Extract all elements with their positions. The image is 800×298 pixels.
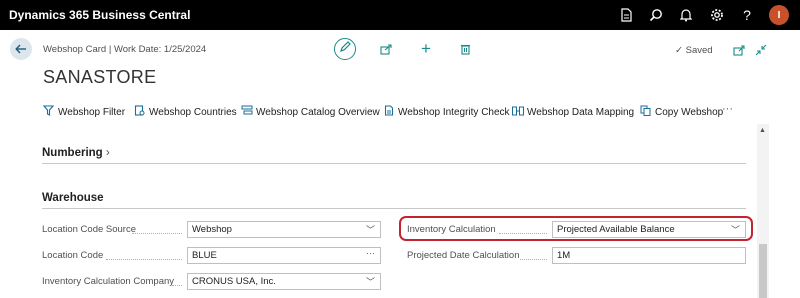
- open-new-window-icon[interactable]: [730, 41, 748, 59]
- action-label: Webshop Filter: [58, 106, 126, 118]
- gear-icon[interactable]: [708, 6, 726, 24]
- check-icon: ✓: [675, 45, 683, 56]
- field-value: Projected Available Balance: [557, 224, 675, 235]
- mapping-icon: [512, 106, 524, 119]
- action-label: Webshop Data Mapping: [527, 106, 635, 118]
- chevron-right-icon: ›: [105, 147, 110, 159]
- more-actions-icon[interactable]: ···: [722, 103, 733, 115]
- action-label: Webshop Countries: [149, 106, 237, 118]
- action-webshop-catalog-overview[interactable]: Webshop Catalog Overview: [241, 105, 380, 119]
- edit-button[interactable]: [334, 38, 356, 60]
- catalog-icon: [241, 105, 253, 119]
- section-divider: [42, 208, 746, 209]
- chevron-down-icon[interactable]: ﹀: [366, 275, 375, 288]
- breadcrumb: Webshop Card | Work Date: 1/25/2024: [43, 44, 207, 55]
- inventory-calculation-label: Inventory Calculation: [407, 224, 496, 235]
- field-leader: [520, 259, 547, 260]
- chevron-down-icon[interactable]: ﹀: [731, 223, 740, 236]
- trash-icon[interactable]: [456, 40, 474, 58]
- bell-icon[interactable]: [677, 6, 695, 24]
- location-code-source-field[interactable]: Webshop ﹀: [187, 221, 381, 238]
- inventory-calculation-field[interactable]: Projected Available Balance ﹀: [552, 221, 746, 238]
- plus-icon[interactable]: +: [417, 39, 435, 58]
- action-webshop-integrity-check[interactable]: Webshop Integrity Check: [383, 105, 510, 119]
- action-label: Webshop Integrity Check: [398, 106, 510, 118]
- card-content: [0, 124, 800, 298]
- filter-icon: [42, 105, 55, 119]
- action-webshop-countries[interactable]: Webshop Countries: [134, 105, 237, 119]
- chevron-down-icon[interactable]: ﹀: [366, 223, 375, 236]
- search-icon[interactable]: [647, 6, 665, 24]
- section-divider: [42, 163, 746, 164]
- section-heading-label: Numbering: [42, 147, 103, 159]
- field-value: CRONUS USA, Inc.: [192, 276, 276, 287]
- field-value: Webshop: [192, 224, 232, 235]
- location-code-source-label: Location Code Source: [42, 224, 137, 235]
- field-value: BLUE: [192, 250, 217, 261]
- inventory-calculation-company-field[interactable]: CRONUS USA, Inc. ﹀: [187, 273, 381, 290]
- section-warehouse[interactable]: Warehouse: [42, 192, 104, 204]
- saved-status: ✓ Saved: [675, 45, 713, 56]
- action-webshop-data-mapping[interactable]: Webshop Data Mapping: [512, 105, 634, 119]
- scroll-up-icon[interactable]: ▲: [759, 127, 766, 134]
- app-title: Dynamics 365 Business Central: [9, 8, 191, 22]
- back-button[interactable]: [10, 38, 32, 60]
- share-icon[interactable]: [377, 40, 395, 58]
- page-title: SANASTORE: [43, 67, 157, 87]
- location-code-label: Location Code: [42, 250, 104, 261]
- collapse-icon[interactable]: [752, 41, 770, 59]
- action-label: Copy Webshop: [655, 106, 724, 118]
- action-label: Webshop Catalog Overview: [256, 106, 380, 118]
- section-heading-label: Warehouse: [42, 192, 104, 204]
- location-code-field[interactable]: BLUE ···: [187, 247, 381, 264]
- inventory-calculation-company-label: Inventory Calculation Company: [42, 276, 175, 287]
- saved-label: Saved: [685, 45, 713, 56]
- integrity-icon: [383, 105, 394, 119]
- scrollbar-thumb[interactable]: [759, 244, 767, 298]
- arrow-left-icon: [15, 41, 27, 57]
- field-leader: [132, 233, 182, 234]
- field-value: 1M: [557, 250, 571, 261]
- field-leader: [106, 259, 182, 260]
- action-copy-webshop[interactable]: Copy Webshop: [640, 105, 723, 119]
- field-leader: [499, 233, 547, 234]
- countries-icon: [134, 105, 145, 119]
- projected-date-calculation-label: Projected Date Calculation: [407, 250, 520, 261]
- field-leader: [172, 285, 182, 286]
- action-webshop-filter[interactable]: Webshop Filter: [42, 105, 126, 119]
- section-numbering[interactable]: Numbering ›: [42, 147, 110, 159]
- copy-icon: [640, 105, 651, 119]
- top-app-bar: Dynamics 365 Business Central ? I: [0, 0, 800, 30]
- avatar[interactable]: I: [769, 5, 789, 25]
- help-icon[interactable]: ?: [738, 6, 756, 24]
- document-icon[interactable]: [617, 6, 635, 24]
- pencil-icon: [339, 40, 351, 58]
- projected-date-calculation-field[interactable]: 1M: [552, 247, 746, 264]
- lookup-ellipsis-icon[interactable]: ···: [366, 248, 375, 258]
